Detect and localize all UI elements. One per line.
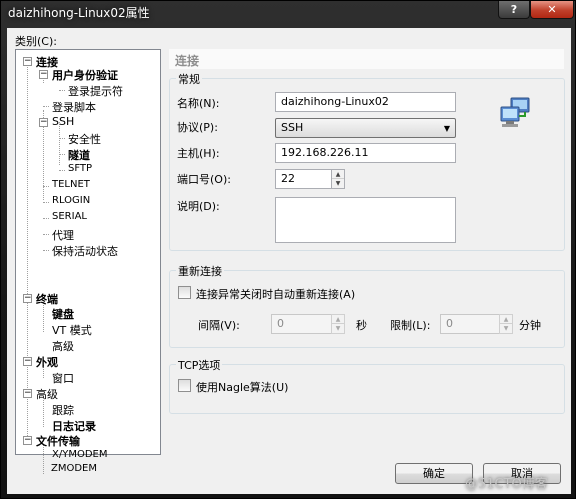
auto-reconnect-checkbox[interactable] [178,286,191,299]
tree-item-xymodem[interactable]: X/YMODEM [52,449,107,460]
collapse-file-transfer-icon[interactable]: − [23,436,32,445]
tree-item-terminal[interactable]: 终端 [36,291,58,307]
tree-item-telnet[interactable]: TELNET [52,179,90,190]
tree-item-user-auth[interactable]: 用户身份验证 [52,67,118,83]
watermark: @51CTO博客 [465,477,548,492]
host-label: 主机(H): [177,147,220,160]
tree-item-serial[interactable]: SERIAL [52,211,87,222]
port-input[interactable]: 22 [275,169,332,189]
auto-reconnect-label[interactable]: 连接异常关闭时自动重新连接(A) [196,286,355,302]
tree-item-proxy[interactable]: 代理 [52,227,74,243]
collapse-ssh-icon[interactable]: − [39,118,48,127]
tree-item-terminal-advanced[interactable]: 高级 [52,338,74,354]
spin-down-icon[interactable]: ▼ [500,324,512,333]
interval-input[interactable]: 0 [271,314,332,334]
spin-down-icon[interactable]: ▼ [332,324,344,333]
collapse-appearance-icon[interactable]: − [23,357,32,366]
category-tree[interactable]: − 连接 − 用户身份验证 登录提示符 登录脚本 − SSH 安全性 隧道 SF… [15,49,161,474]
limit-spinner[interactable]: ▲ ▼ [499,314,513,334]
interval-spinner[interactable]: ▲ ▼ [331,314,345,334]
tree-item-advanced[interactable]: 高级 [36,386,58,402]
port-spinner[interactable]: ▲ ▼ [331,169,345,189]
dialog-body: 类别(C): − 连接 − 用户身份验证 登录提示符 登录脚本 − SSH 安全… [7,28,571,494]
limit-label: 限制(L): [390,319,431,332]
description-label: 说明(D): [177,200,220,213]
tree-item-login-prompt[interactable]: 登录提示符 [68,83,123,99]
seconds-label: 秒 [356,319,367,332]
tree-item-keepalive[interactable]: 保持活动状态 [52,243,118,259]
tree-item-vt-mode[interactable]: VT 模式 [52,322,92,338]
tree-item-keyboard[interactable]: 键盘 [52,306,74,322]
collapse-user-auth-icon[interactable]: − [39,70,48,79]
tree-item-appearance[interactable]: 外观 [36,354,58,370]
category-label: 类别(C): [15,35,57,48]
window-title: daizhihong-Linux02属性 [8,6,150,20]
host-input[interactable]: 192.168.226.11 [275,143,456,163]
tree-item-rlogin[interactable]: RLOGIN [52,195,90,206]
reconnect-group: 重新连接 [169,263,565,348]
tree-item-ssh[interactable]: SSH [52,115,74,128]
chevron-down-icon: ▼ [443,124,450,133]
tree-item-file-transfer[interactable]: 文件传输 [36,433,80,449]
spin-up-icon[interactable]: ▲ [332,170,344,179]
reconnect-group-title: 重新连接 [176,263,224,279]
spin-up-icon[interactable]: ▲ [332,315,344,324]
tree-item-log[interactable]: 日志记录 [52,418,96,434]
name-label: 名称(N): [177,97,220,110]
tree-item-sftp[interactable]: SFTP [68,163,92,174]
nagle-checkbox[interactable] [178,379,191,392]
description-textarea[interactable] [275,197,456,243]
general-group-title: 常规 [176,71,202,87]
tree-item-security[interactable]: 安全性 [68,131,101,147]
spin-down-icon[interactable]: ▼ [332,179,344,188]
interval-label: 间隔(V): [198,319,240,332]
collapse-advanced-icon[interactable]: − [23,389,32,398]
protocol-selected-value: SSH [281,121,304,134]
name-input[interactable]: daizhihong-Linux02 [275,92,456,112]
close-button[interactable]: ✕ [530,1,574,19]
limit-input[interactable]: 0 [440,314,500,334]
panel-header: 连接 [169,49,564,69]
tree-item-zmodem[interactable]: ZMODEM [51,463,97,474]
nagle-label[interactable]: 使用Nagle算法(U) [196,379,288,395]
tree-item-trace[interactable]: 跟踪 [52,402,74,418]
tree-item-window[interactable]: 窗口 [52,370,74,386]
minutes-label: 分钟 [519,319,541,332]
tcp-options-title: TCP选项 [176,357,223,373]
port-label: 端口号(O): [177,173,231,186]
collapse-connection-icon[interactable]: − [23,57,32,66]
protocol-select[interactable]: SSH ▼ [275,118,456,138]
help-button[interactable]: ? [498,1,530,19]
title-bar[interactable]: daizhihong-Linux02属性 ? ✕ [1,1,576,27]
tree-item-tunnel[interactable]: 隧道 [68,147,90,163]
properties-dialog: daizhihong-Linux02属性 ? ✕ 类别(C): − 连接 − 用… [0,0,576,499]
network-computers-icon [500,97,530,127]
ok-button[interactable]: 确定 [395,463,473,484]
protocol-label: 协议(P): [177,121,218,134]
tree-item-login-script[interactable]: 登录脚本 [52,99,96,115]
collapse-terminal-icon[interactable]: − [23,294,32,303]
spin-up-icon[interactable]: ▲ [500,315,512,324]
